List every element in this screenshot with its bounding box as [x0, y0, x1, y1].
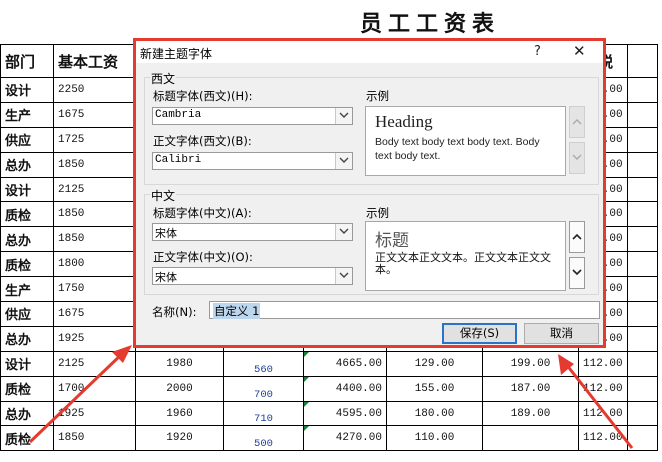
- right-arrow-icon: [558, 354, 634, 449]
- annotation-arrows: [28, 345, 634, 449]
- left-arrow-icon: [28, 345, 132, 444]
